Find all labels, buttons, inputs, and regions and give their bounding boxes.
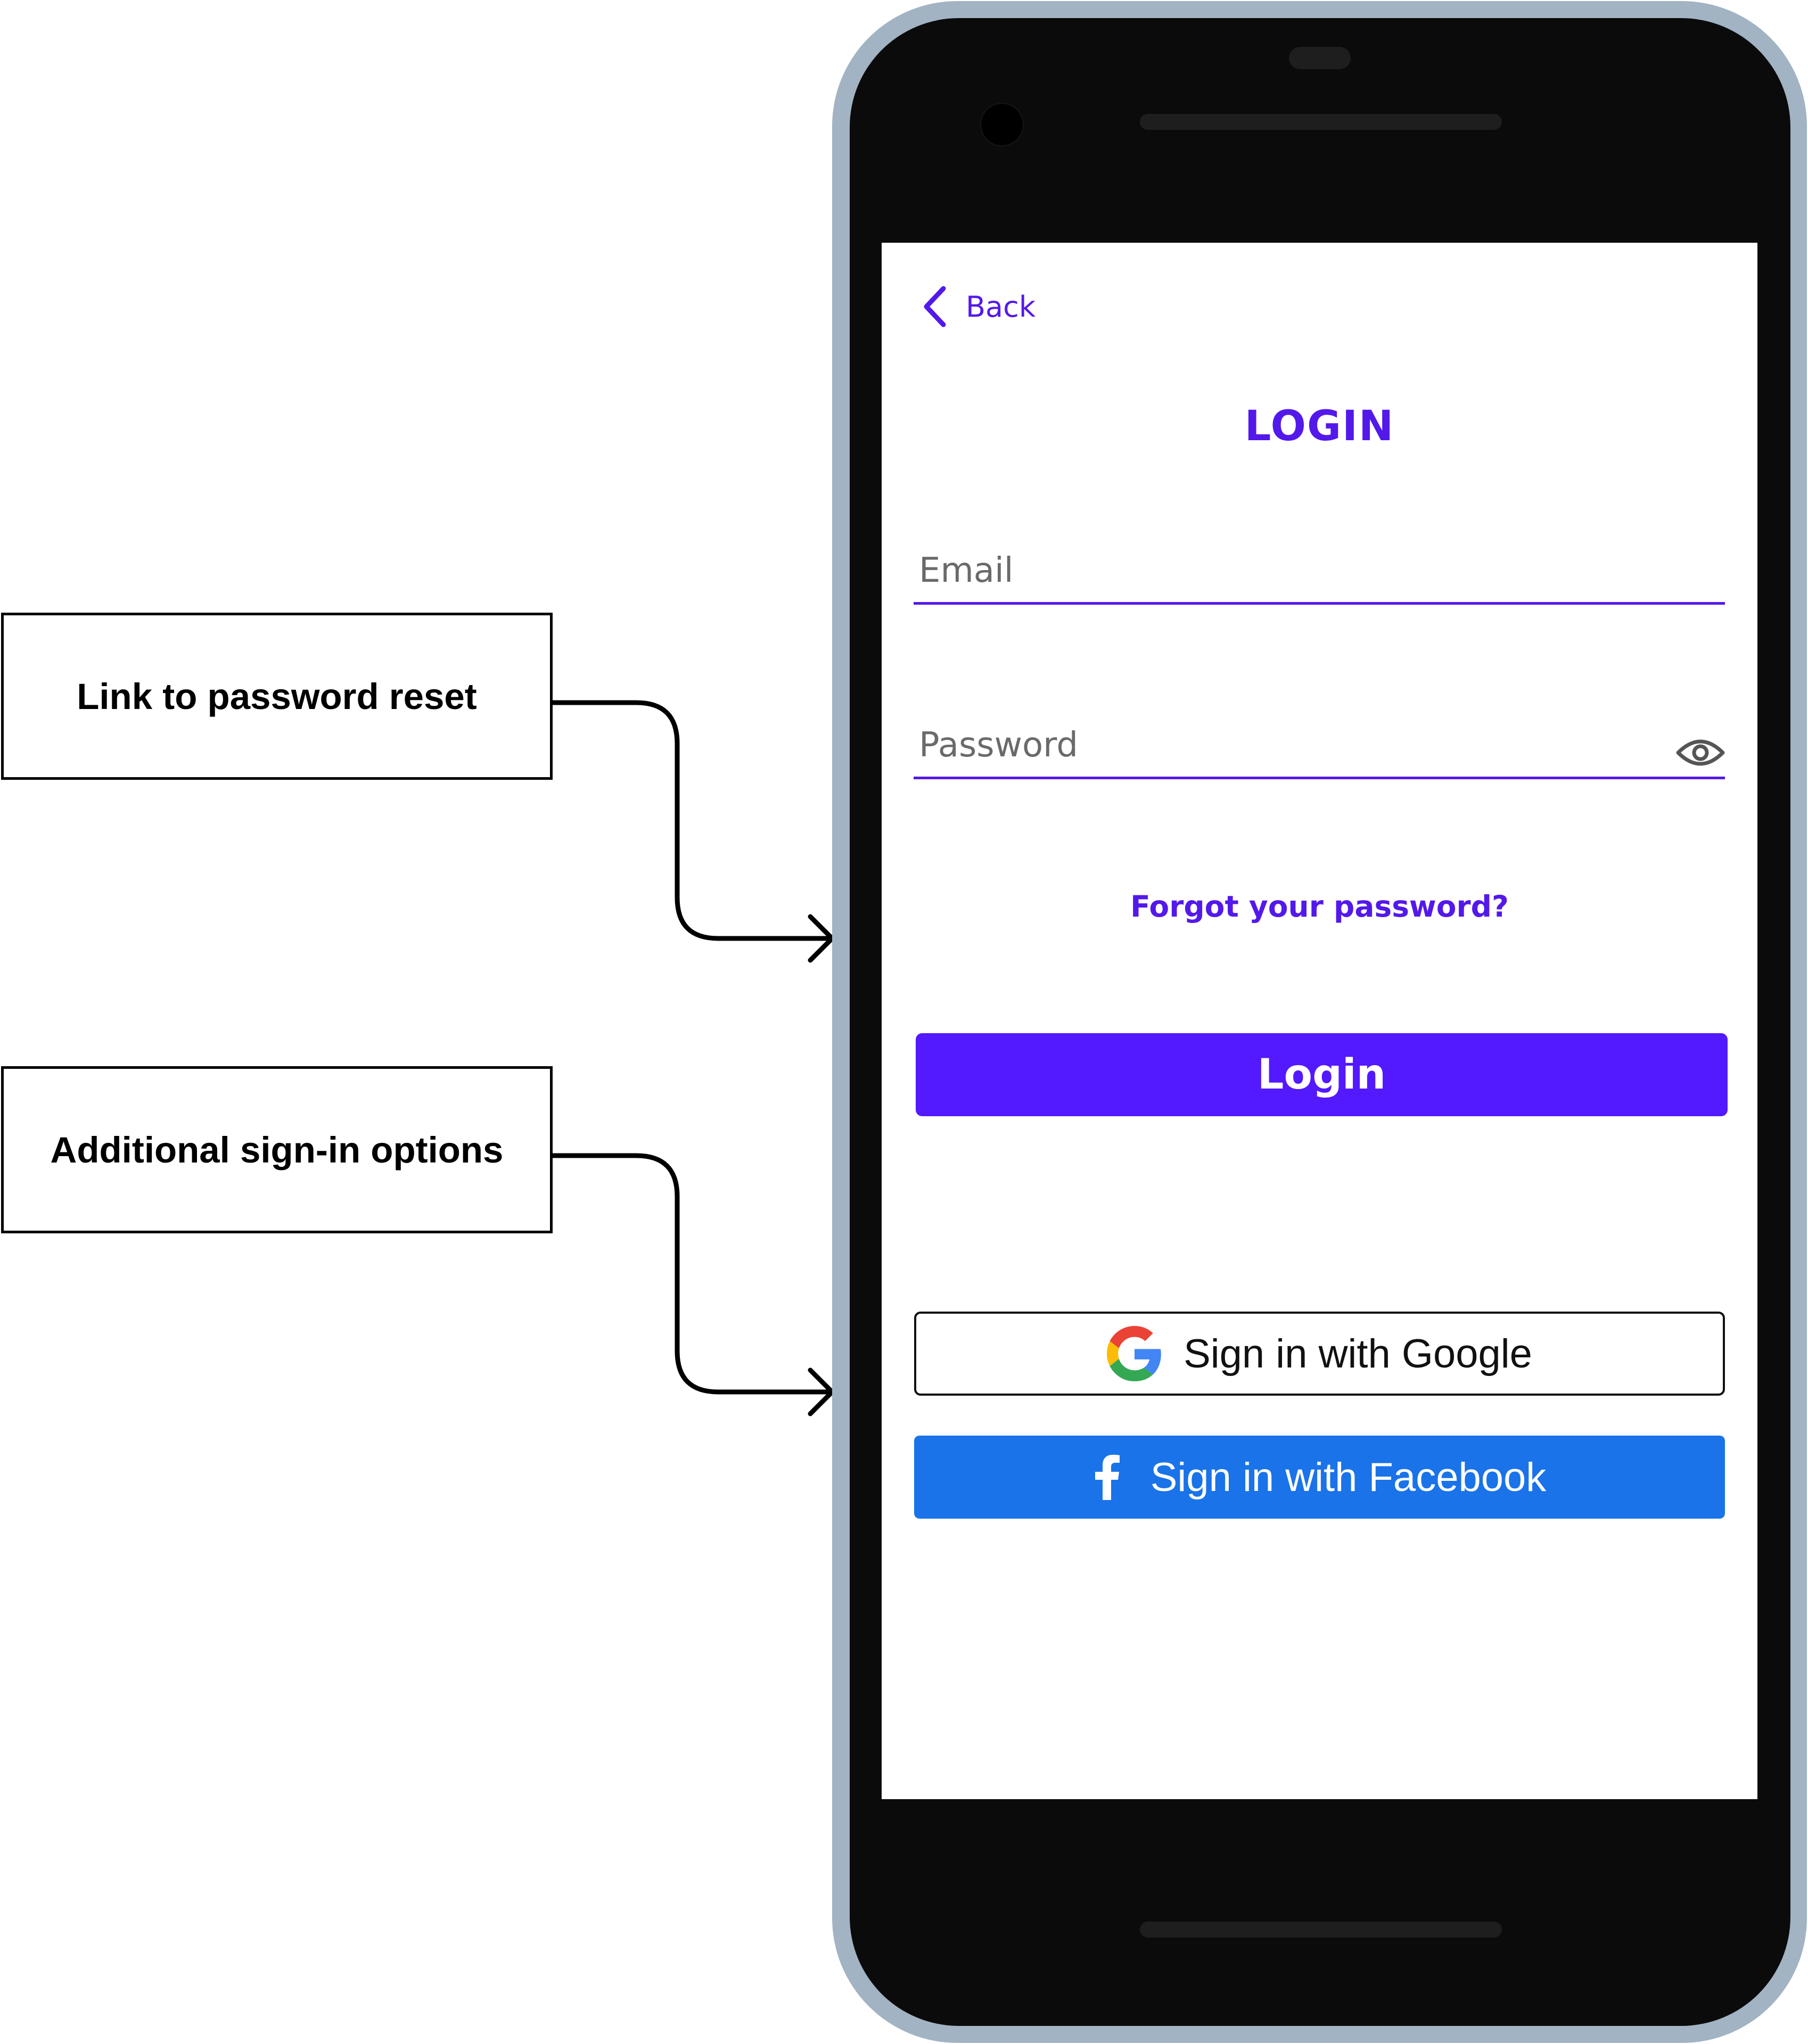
google-logo-icon <box>1107 1326 1161 1381</box>
earpiece <box>1289 47 1351 69</box>
connector-password-reset-arrowhead <box>808 914 835 963</box>
page-title: LOGIN <box>1244 402 1395 450</box>
connector-password-reset-arrow <box>553 700 832 941</box>
facebook-signin-label: Sign in with Facebook <box>1150 1454 1547 1500</box>
email-input[interactable] <box>918 541 1655 600</box>
back-label: Back <box>966 290 1036 324</box>
chevron-left-icon <box>924 286 946 327</box>
facebook-signin-button[interactable]: Sign in with Facebook <box>914 1436 1725 1519</box>
login-screen: Back LOGIN Forgot your password? Login S… <box>882 243 1757 1799</box>
annotation-password-reset-label: Link to password reset <box>77 675 477 717</box>
forgot-password-link[interactable]: Forgot your password? <box>882 889 1757 924</box>
email-field <box>914 541 1725 605</box>
password-field <box>914 715 1725 779</box>
eye-icon[interactable] <box>1676 736 1725 770</box>
login-button[interactable]: Login <box>916 1033 1728 1116</box>
speaker-top <box>1140 114 1502 130</box>
annotation-signin-options-label: Additional sign-in options <box>50 1129 504 1171</box>
front-camera <box>981 104 1023 145</box>
annotation-password-reset: Link to password reset <box>1 613 553 780</box>
connector-signin-options-arrowhead <box>808 1367 835 1416</box>
google-signin-button[interactable]: Sign in with Google <box>914 1312 1725 1396</box>
connector-signin-options-arrow <box>553 1153 832 1395</box>
speaker-bottom <box>1140 1922 1502 1938</box>
facebook-logo-icon <box>1095 1455 1120 1500</box>
password-input[interactable] <box>918 715 1655 775</box>
google-signin-label: Sign in with Google <box>1184 1331 1532 1377</box>
annotation-signin-options: Additional sign-in options <box>1 1066 553 1233</box>
back-button[interactable]: Back <box>922 285 1036 328</box>
